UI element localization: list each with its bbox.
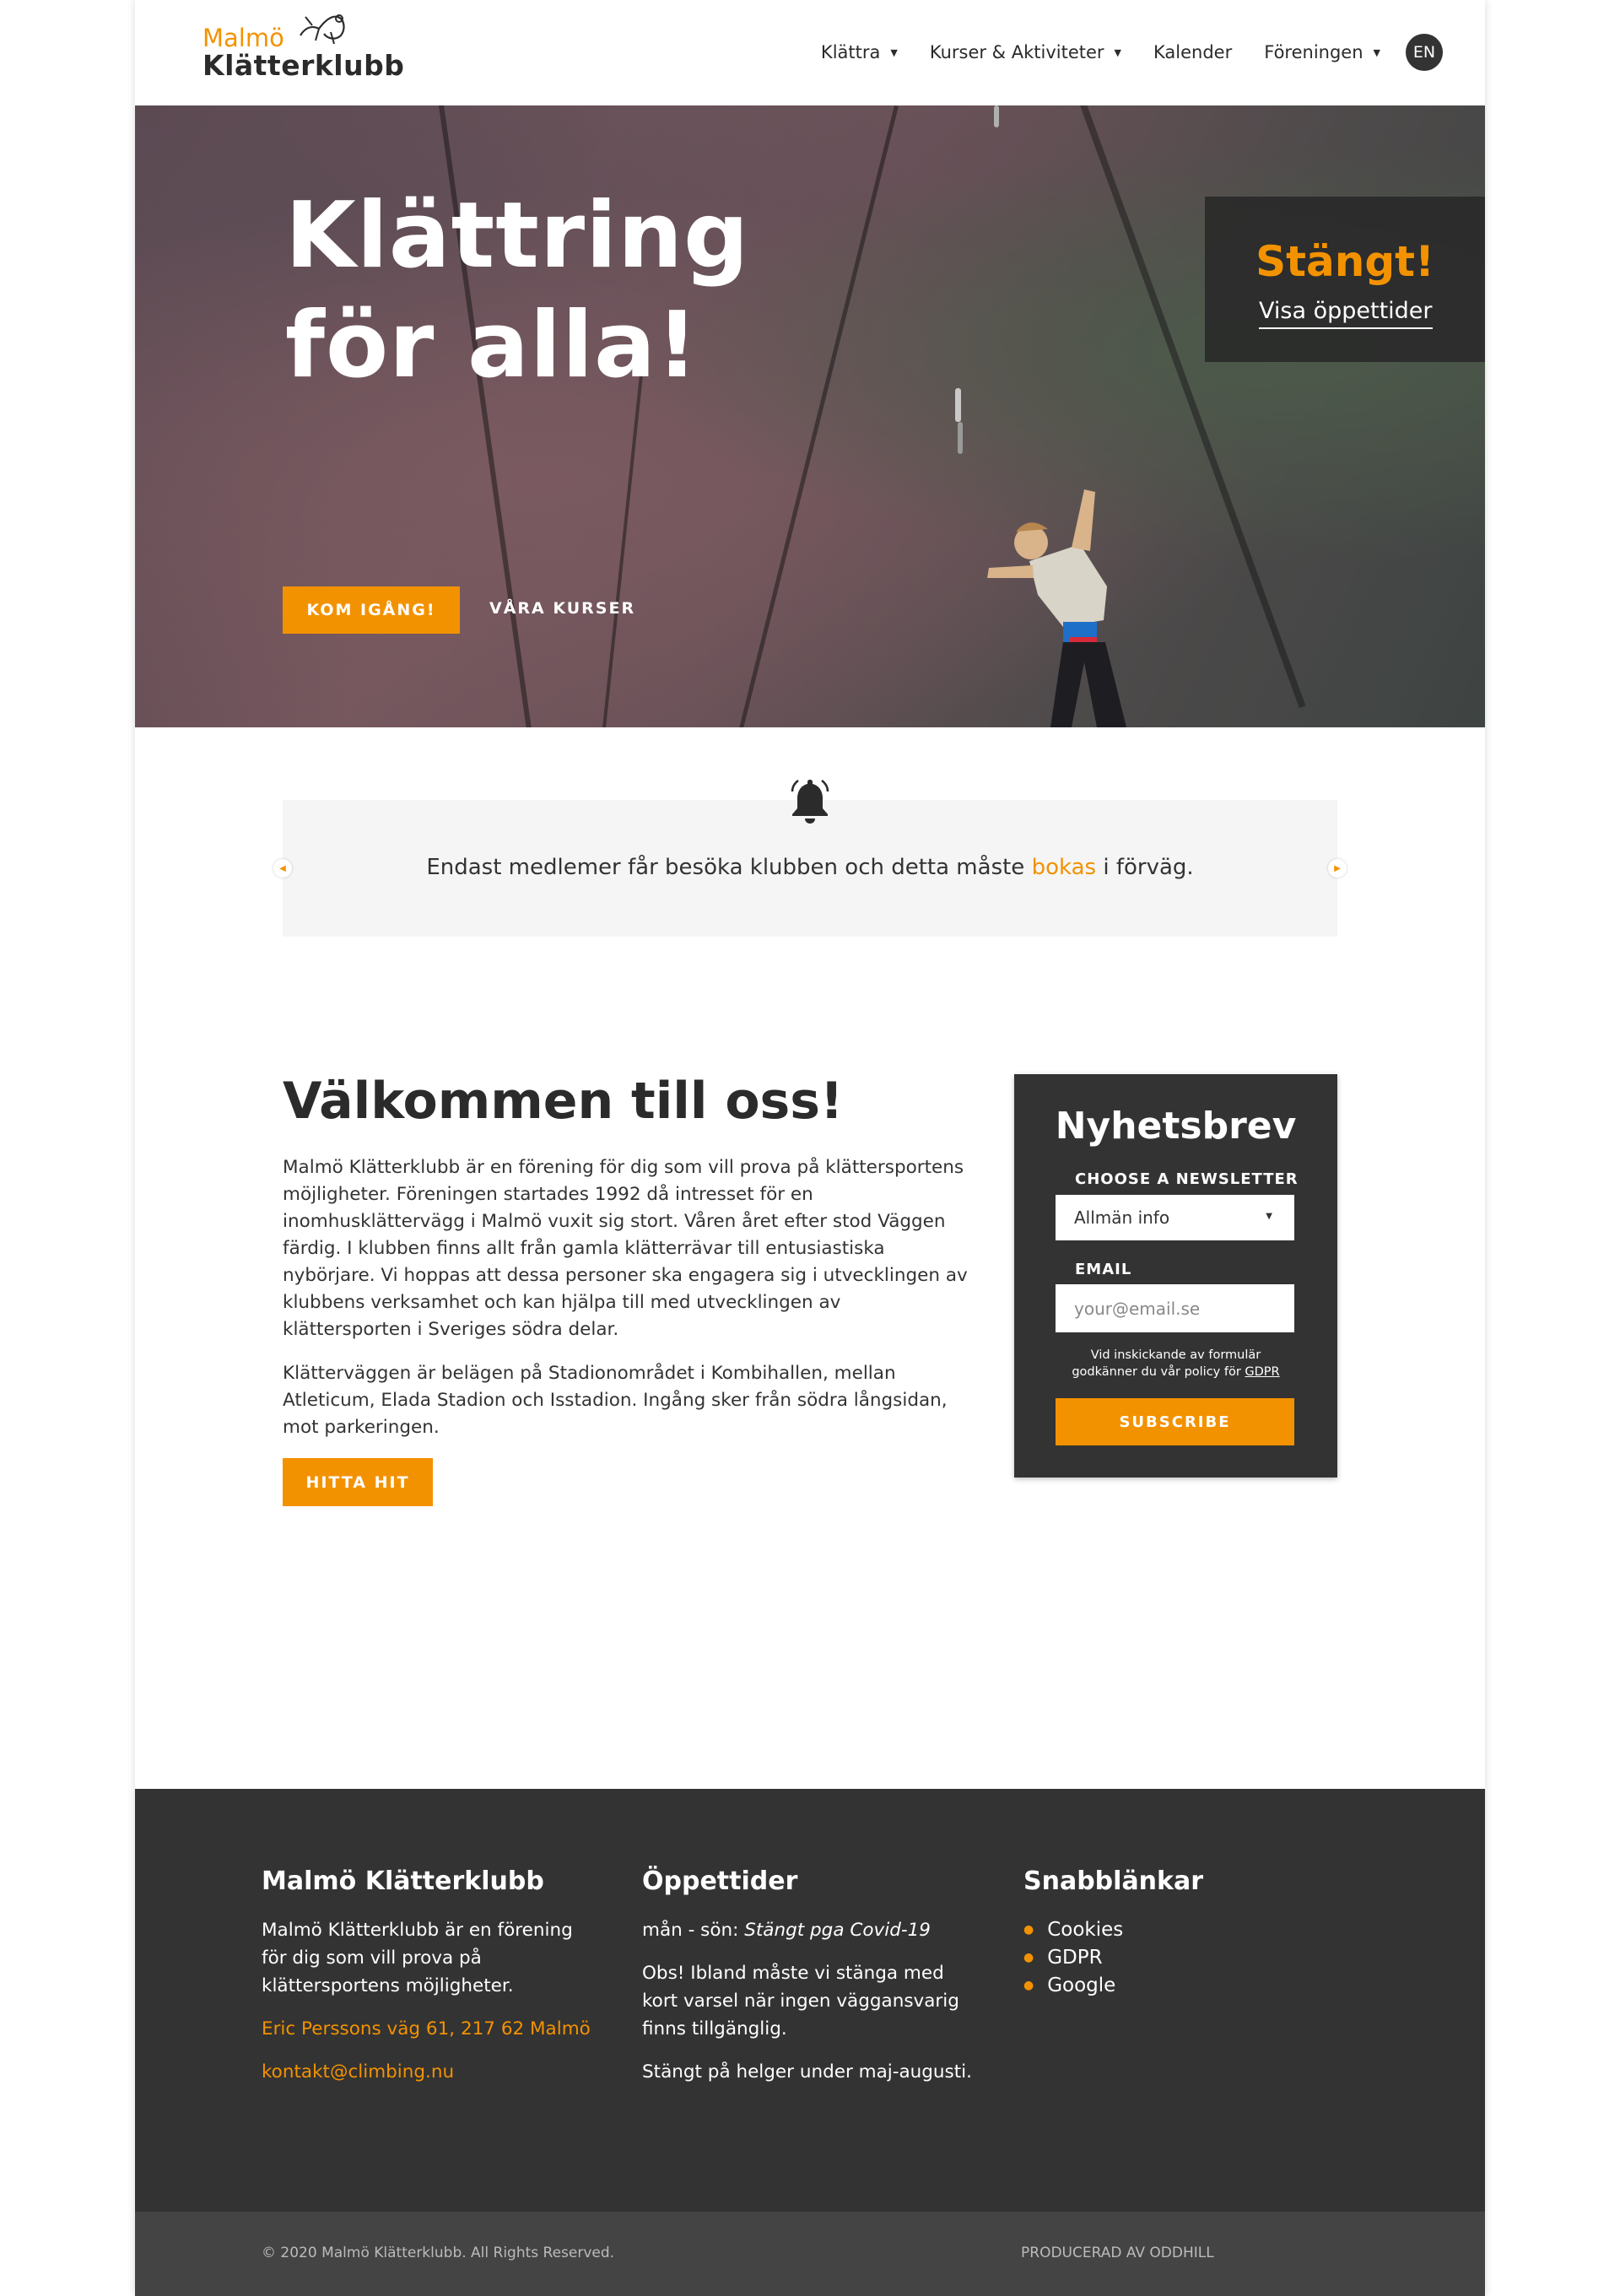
copyright-text: © 2020 Malmö Klätterklubb. All Rights Re… — [262, 2245, 615, 2261]
bullet-icon: ● — [1023, 1979, 1034, 1992]
page: Malmö Klätterklubb Klättra ▼ Kurser & Ak… — [135, 0, 1485, 2296]
caret-down-icon: ▼ — [1114, 46, 1122, 58]
hours-status: Stängt pga Covid-19 — [744, 1920, 931, 1941]
opening-status-box: Stängt! Visa öppettider — [1205, 197, 1485, 362]
notice-text: Endast medlemer får besöka klubben och d… — [283, 855, 1337, 880]
footer-link-google[interactable]: ● Google — [1023, 1972, 1361, 2000]
footer-links-column: Snabblänkar ● Cookies ● GDPR ● Google — [1023, 1867, 1361, 2000]
logo-line1: Malmö — [202, 24, 284, 52]
notice-text-before: Endast medlemer får besöka klubben och d… — [426, 855, 1032, 880]
footer-link-gdpr[interactable]: ● GDPR — [1023, 1944, 1361, 1972]
main-nav: Klättra ▼ Kurser & Aktiviteter ▼ Kalende… — [789, 32, 1443, 73]
caret-down-icon: ▼ — [890, 46, 898, 58]
producer-link[interactable]: PRODUCERAD AV ODDHILL — [1021, 2245, 1214, 2261]
find-us-button[interactable]: HITTA HIT — [283, 1458, 433, 1506]
footer-bottom-bar: © 2020 Malmö Klätterklubb. All Rights Re… — [135, 2212, 1485, 2296]
footer-hours-title: Öppettider — [642, 1867, 798, 1896]
gdpr-link[interactable]: GDPR — [1245, 1365, 1279, 1379]
nav-item-klattra[interactable]: Klättra ▼ — [821, 42, 898, 62]
welcome-title: Välkommen till oss! — [283, 1072, 844, 1131]
get-started-button[interactable]: KOM IGÅNG! — [283, 586, 460, 634]
footer-email-link[interactable]: kontakt@climbing.nu — [262, 2058, 599, 2086]
hero-title-line2: för alla! — [285, 293, 699, 398]
policy-line2: godkänner du vår policy för — [1072, 1365, 1245, 1379]
bell-icon — [791, 780, 829, 824]
caret-down-icon: ▼ — [1266, 1212, 1272, 1221]
notice-prev-arrow-icon[interactable]: ◀ — [273, 859, 292, 878]
climber-logo-icon — [300, 14, 345, 45]
footer-hours-line: mån - sön: Stängt pga Covid-19 — [642, 1916, 980, 1944]
nav-item-label: Kurser & Aktiviteter — [929, 42, 1104, 62]
footer-about-column: Malmö Klätterklubb Malmö Klätterklubb är… — [262, 1867, 599, 2101]
welcome-paragraph: Malmö Klätterklubb är en förening för di… — [283, 1157, 968, 1340]
newsletter-select[interactable]: Allmän info ▼ — [1056, 1195, 1294, 1240]
nav-item-label: Kalender — [1153, 42, 1233, 62]
site-footer: Malmö Klätterklubb Malmö Klätterklubb är… — [135, 1789, 1485, 2212]
footer-hours-note: Obs! Ibland måste vi stänga med kort var… — [642, 1963, 959, 2039]
location-paragraph: Klätterväggen är belägen på Stadionområd… — [283, 1363, 948, 1438]
nav-item-kalender[interactable]: Kalender — [1153, 42, 1232, 62]
footer-hours-column: Öppettider mån - sön: Stängt pga Covid-1… — [642, 1867, 980, 2101]
footer-link-label: Cookies — [1047, 1919, 1124, 1941]
nav-item-kurser[interactable]: Kurser & Aktiviteter ▼ — [930, 42, 1121, 62]
nav-item-label: Föreningen — [1264, 42, 1364, 62]
footer-address-link[interactable]: Eric Perssons väg 61, 217 62 Malmö — [262, 2015, 599, 2043]
booking-link[interactable]: bokas — [1032, 855, 1097, 880]
footer-about-title: Malmö Klätterklubb — [262, 1867, 544, 1896]
opening-hours-link[interactable]: Visa öppettider — [1259, 298, 1433, 329]
subscribe-button[interactable]: SUBSCRIBE — [1056, 1398, 1294, 1445]
footer-link-label: GDPR — [1047, 1947, 1103, 1969]
hero-banner: Klättring för alla! KOM IGÅNG! VÅRA KURS… — [135, 105, 1485, 727]
our-courses-link[interactable]: VÅRA KURSER — [489, 599, 635, 618]
policy-line1: Vid inskickande av formulär — [1090, 1348, 1261, 1362]
footer-links-list: ● Cookies ● GDPR ● Google — [1023, 1916, 1361, 2000]
logo-line2: Klätterklubb — [202, 49, 405, 82]
caret-down-icon: ▼ — [1373, 46, 1380, 58]
bullet-icon: ● — [1023, 1923, 1034, 1937]
footer-links-title: Snabblänkar — [1023, 1867, 1204, 1896]
footer-about-text: Malmö Klätterklubb är en förening för di… — [262, 1920, 573, 1996]
nav-item-label: Klättra — [820, 42, 881, 62]
bullet-icon: ● — [1023, 1951, 1034, 1964]
footer-link-cookies[interactable]: ● Cookies — [1023, 1916, 1361, 1944]
hero-title: Klättring för alla! — [285, 181, 749, 401]
newsletter-choose-label: CHOOSE A NEWSLETTER — [1075, 1170, 1299, 1188]
nav-item-foreningen[interactable]: Föreningen ▼ — [1264, 42, 1380, 62]
newsletter-title: Nyhetsbrev — [1055, 1105, 1297, 1148]
notice-text-after: i förväg. — [1096, 855, 1194, 880]
newsletter-box: Nyhetsbrev CHOOSE A NEWSLETTER Allmän in… — [1014, 1074, 1337, 1478]
hours-days: mån - sön: — [642, 1920, 745, 1941]
site-logo[interactable]: Malmö Klätterklubb — [202, 10, 404, 86]
email-label: EMAIL — [1075, 1261, 1132, 1278]
language-switch-button[interactable]: EN — [1406, 34, 1443, 71]
hero-title-line1: Klättring — [285, 183, 750, 289]
footer-link-label: Google — [1047, 1975, 1116, 1996]
footer-hours-summer: Stängt på helger under maj-augusti. — [642, 2061, 972, 2083]
gdpr-policy-text: Vid inskickande av formulär godkänner du… — [1040, 1347, 1312, 1380]
email-field[interactable] — [1056, 1284, 1294, 1332]
status-title: Stängt! — [1256, 237, 1434, 286]
site-header: Malmö Klätterklubb Klättra ▼ Kurser & Ak… — [135, 0, 1485, 105]
newsletter-selected-value: Allmän info — [1074, 1207, 1170, 1228]
notice-next-arrow-icon[interactable]: ▶ — [1328, 859, 1347, 878]
